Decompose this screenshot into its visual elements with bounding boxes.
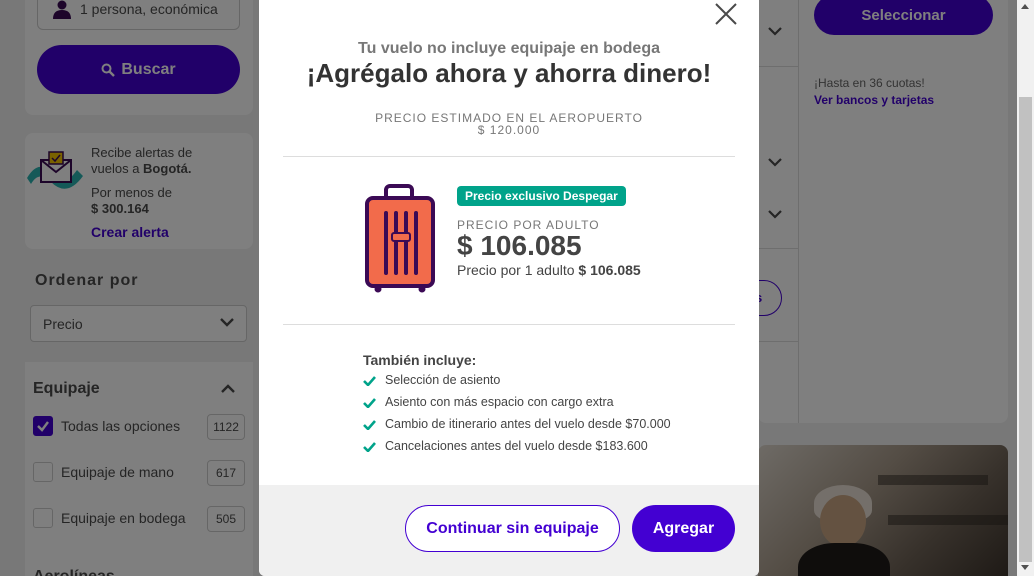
close-icon[interactable] [713, 1, 739, 27]
includes-item: Cambio de itinerario antes del vuelo des… [363, 415, 671, 433]
divider [283, 324, 735, 325]
check-icon [363, 375, 376, 386]
add-luggage-modal: Tu vuelo no incluye equipaje en bodega ¡… [259, 0, 759, 576]
includes-item-label: Asiento con más espacio con cargo extra [385, 395, 614, 409]
per-adult-value: $ 106.085 [578, 262, 641, 278]
scroll-up-arrow-icon[interactable] [1021, 4, 1029, 9]
check-icon [363, 441, 376, 452]
modal-subtitle: Tu vuelo no incluye equipaje en bodega [358, 40, 660, 57]
per-adult-price: Precio por 1 adulto $ 106.085 [457, 262, 641, 278]
continue-without-luggage-button[interactable]: Continuar sin equipaje [405, 505, 620, 552]
scrollbar-thumb[interactable] [1019, 97, 1032, 562]
page-scrollbar[interactable] [1017, 0, 1034, 576]
adult-price: $ 106.085 [457, 230, 582, 261]
includes-item: Selección de asiento [363, 371, 500, 389]
includes-item: Cancelaciones antes del vuelo desde $183… [363, 437, 648, 455]
divider [283, 156, 735, 157]
includes-title: También incluye: [363, 352, 477, 368]
includes-item: Asiento con más espacio con cargo extra [363, 393, 614, 411]
modal-footer: Continuar sin equipaje Agregar [259, 485, 759, 576]
modal-title: ¡Agrégalo ahora y ahorra dinero! [306, 58, 712, 88]
airport-price-value: $ 120.000 [477, 123, 541, 137]
exclusive-price-badge: Precio exclusivo Despegar [457, 186, 626, 206]
includes-item-label: Cambio de itinerario antes del vuelo des… [385, 417, 671, 431]
scroll-down-arrow-icon[interactable] [1021, 565, 1029, 570]
includes-item-label: Selección de asiento [385, 373, 501, 387]
suitcase-icon [365, 184, 435, 293]
add-luggage-button[interactable]: Agregar [632, 505, 735, 552]
includes-item-label: Cancelaciones antes del vuelo desde $183… [385, 439, 648, 453]
per-adult-prefix: Precio por 1 adulto [457, 262, 579, 278]
check-icon [363, 397, 376, 408]
check-icon [363, 419, 376, 430]
